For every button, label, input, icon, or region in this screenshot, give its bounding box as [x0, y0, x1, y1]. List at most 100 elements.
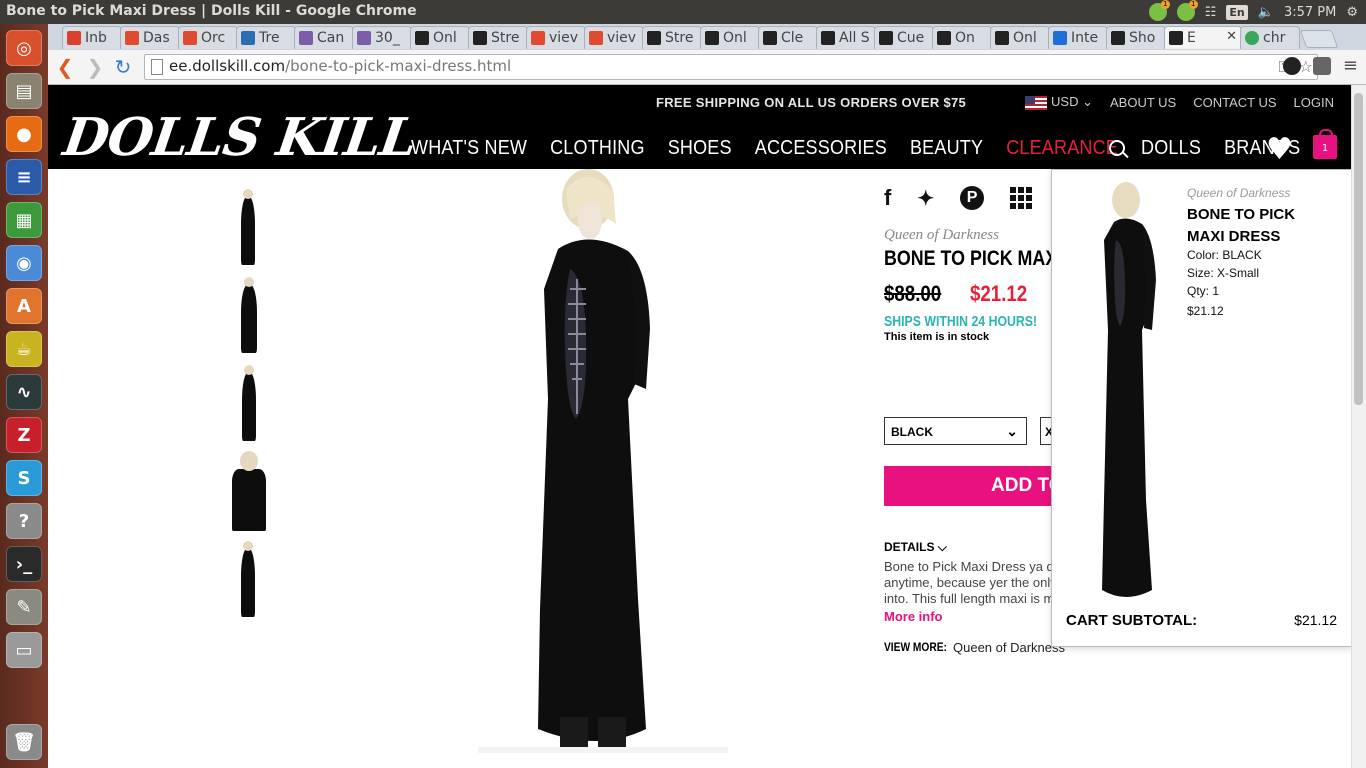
writer-icon[interactable]: ≡ [6, 159, 42, 195]
text-editor-icon[interactable]: ✎ [6, 589, 42, 625]
nav-clothing[interactable]: CLOTHING [550, 135, 645, 159]
browser-tab[interactable]: Stre [468, 26, 528, 49]
help-icon[interactable]: ? [6, 503, 42, 539]
scrollbar-thumb[interactable] [1354, 93, 1363, 405]
browser-tab[interactable]: Inte [1048, 26, 1108, 49]
address-bar[interactable]: ee.dollskill.com/bone-to-pick-maxi-dress… [144, 54, 1318, 80]
chrome-icon[interactable]: ◉ [6, 245, 42, 281]
login-link[interactable]: LOGIN [1294, 95, 1334, 110]
nav-beauty[interactable]: BEAUTY [910, 135, 983, 159]
page-icon [151, 59, 163, 75]
product-thumbnail[interactable] [228, 187, 270, 267]
product-thumbnail[interactable] [228, 275, 270, 355]
browser-tab[interactable]: Tre [236, 26, 296, 49]
browser-tab[interactable]: 30_ [352, 26, 412, 49]
chevron-down-icon: ⌄ [1006, 423, 1018, 439]
back-button[interactable]: ❮ [54, 56, 76, 78]
volume-icon[interactable]: 🔈 [1258, 5, 1274, 20]
browser-tab[interactable]: Cle [758, 26, 818, 49]
wifi-icon[interactable]: ☷ [1205, 5, 1217, 20]
browser-tab[interactable]: viev [584, 26, 644, 49]
tab-favicon [821, 31, 835, 45]
add-to-cart-button[interactable]: ADD TO CA [884, 466, 1064, 506]
browser-tab[interactable]: Onl [700, 26, 760, 49]
browser-tab[interactable]: Inb [62, 26, 122, 49]
filezilla-icon[interactable]: Z [6, 417, 42, 453]
wishlist-heart-icon[interactable]: ♥ [1266, 135, 1293, 165]
browser-tab[interactable]: chr [1240, 26, 1300, 49]
nav-clearance[interactable]: CLEARANCE [1006, 135, 1118, 159]
browser-tab[interactable]: Stre [642, 26, 702, 49]
view-more-brand-link[interactable]: Queen of Darkness [953, 640, 1065, 655]
calc-icon[interactable]: ▦ [6, 202, 42, 238]
page-scrollbar[interactable] [1351, 85, 1366, 768]
chrome-menu-icon[interactable]: ≡ [1343, 57, 1358, 75]
browser-tab[interactable]: All S [816, 26, 876, 49]
files-icon[interactable]: ▤ [6, 73, 42, 109]
browser-tab[interactable]: Onl [990, 26, 1050, 49]
gear-icon[interactable]: ⚙ [1346, 5, 1358, 20]
product-thumbnail[interactable] [228, 363, 270, 443]
about-us-link[interactable]: ABOUT US [1110, 95, 1176, 110]
product-brand[interactable]: Queen of Darkness [884, 227, 999, 244]
nav-dolls[interactable]: DOLLS [1141, 135, 1201, 159]
terminal-icon[interactable]: ›_ [6, 546, 42, 582]
browser-tab[interactable]: Orc [178, 26, 238, 49]
keyboard-language-indicator[interactable]: En [1226, 4, 1248, 20]
site-logo[interactable]: DOLLS KILL [60, 107, 420, 168]
site-header: FREE SHIPPING ON ALL US ORDERS OVER $75 … [48, 85, 1352, 169]
nav-shoes[interactable]: SHOES [668, 135, 732, 159]
main-product-image[interactable] [478, 169, 728, 753]
firefox-icon[interactable]: ● [6, 116, 42, 152]
cart-item-brand: Queen of Darkness [1187, 186, 1291, 200]
tab-favicon [241, 31, 255, 45]
clock[interactable]: 3:57 PM [1284, 5, 1336, 20]
grid-view-icon[interactable] [1010, 187, 1033, 209]
drive-icon[interactable]: ▭ [6, 632, 42, 668]
browser-tab[interactable]: Onl [410, 26, 470, 49]
pinterest-icon[interactable]: P [960, 186, 985, 210]
contact-us-link[interactable]: CONTACT US [1193, 95, 1276, 110]
teapot-icon[interactable]: ☕ [6, 331, 42, 367]
more-info-link[interactable]: More info [884, 609, 943, 624]
update-notifier-icon-2[interactable]: 1 [1176, 0, 1198, 21]
product-thumbnail[interactable] [228, 451, 270, 531]
system-monitor-icon[interactable]: ∿ [6, 374, 42, 410]
search-icon[interactable] [1109, 140, 1125, 156]
browser-toolbar: ❮ ❯ ↻ ee.dollskill.com/bone-to-pick-maxi… [48, 50, 1366, 85]
cart-bag-icon[interactable]: 1 [1313, 129, 1337, 159]
browser-tab[interactable]: Cue [874, 26, 934, 49]
skype-icon[interactable]: S [6, 460, 42, 496]
url-text[interactable]: ee.dollskill.com/bone-to-pick-maxi-dress… [169, 57, 511, 75]
software-center-icon[interactable]: A [6, 288, 42, 324]
ubuntu-dash-icon[interactable]: ◎ [6, 30, 42, 66]
product-thumbnail[interactable] [228, 539, 270, 619]
update-notifier-icon[interactable]: 1 [1148, 0, 1170, 21]
browser-tab[interactable]: Can [294, 26, 354, 49]
browser-tab[interactable]: Sho [1106, 26, 1166, 49]
cart-item-title[interactable]: BONE TO PICK MAXI DRESS [1187, 204, 1327, 248]
cart-item-image[interactable] [1076, 180, 1176, 604]
launcher: ◎ ▤ ● ≡ ▦ ◉ A ☕ ∿ Z S ? ›_ ✎ ▭ 🗑 [0, 24, 48, 768]
extension-icon[interactable] [1282, 57, 1301, 75]
color-select[interactable]: BLACK ⌄ [884, 417, 1027, 445]
nav-accessories[interactable]: ACCESSORIES [755, 135, 887, 159]
extension-icon-2[interactable] [1312, 57, 1331, 75]
facebook-icon[interactable]: f [884, 185, 891, 211]
trash-icon[interactable]: 🗑 [6, 724, 42, 760]
browser-tab[interactable]: Das [120, 26, 180, 49]
cart-subtotal-label: CART SUBTOTAL: [1066, 612, 1198, 629]
nav-whats-new[interactable]: WHAT'S NEW [411, 135, 527, 159]
details-toggle[interactable]: DETAILS ⌵ [884, 540, 947, 555]
new-tab-button[interactable] [1299, 30, 1339, 48]
browser-tab[interactable]: On [932, 26, 992, 49]
cart-subtotal-value: $21.12 [1294, 612, 1337, 628]
window-title: Bone to Pick Maxi Dress | Dolls Kill - G… [6, 3, 417, 19]
reload-button[interactable]: ↻ [112, 56, 134, 78]
browser-tab-active[interactable]: E ✕ [1164, 26, 1242, 49]
browser-tab[interactable]: viev [526, 26, 586, 49]
close-tab-icon[interactable]: ✕ [1226, 29, 1237, 44]
currency-selector[interactable]: USD ⌄ [1025, 94, 1093, 110]
twitter-icon[interactable]: ✦ [917, 186, 934, 211]
forward-button[interactable]: ❯ [84, 56, 106, 78]
